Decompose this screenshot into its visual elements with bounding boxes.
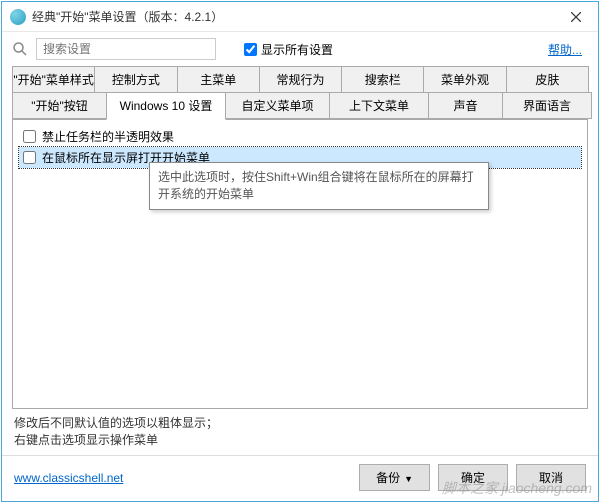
tab-win10-settings[interactable]: Windows 10 设置	[106, 92, 226, 120]
button-group: 备份 ▼ 确定 取消	[359, 464, 586, 491]
cancel-button[interactable]: 取消	[516, 464, 586, 491]
backup-label: 备份	[376, 471, 400, 485]
tab-custom-items[interactable]: 自定义菜单项	[225, 92, 330, 119]
tab-content: 禁止任务栏的半透明效果 在鼠标所在显示屏打开开始菜单 选中此选项时，按住Shif…	[12, 119, 588, 409]
close-button[interactable]	[553, 2, 598, 31]
option-label: 禁止任务栏的半透明效果	[42, 128, 174, 145]
chevron-down-icon: ▼	[404, 474, 413, 484]
tab-control[interactable]: 控制方式	[94, 66, 177, 92]
window-title: 经典"开始"菜单设置（版本：4.2.1）	[32, 8, 553, 25]
website-link[interactable]: www.classicshell.net	[14, 471, 123, 485]
checkbox-mouse-monitor[interactable]	[23, 151, 36, 164]
tab-main-menu[interactable]: 主菜单	[177, 66, 260, 92]
search-icon	[12, 41, 28, 57]
app-icon	[10, 9, 26, 25]
backup-button[interactable]: 备份 ▼	[359, 464, 430, 491]
option-row-taskbar-transparency[interactable]: 禁止任务栏的半透明效果	[19, 126, 581, 147]
tab-start-menu-style[interactable]: "开始"菜单样式	[12, 66, 95, 92]
bottom-bar: www.classicshell.net 备份 ▼ 确定 取消	[2, 455, 598, 501]
tab-appearance[interactable]: 菜单外观	[423, 66, 506, 92]
tabs-container: "开始"菜单样式 控制方式 主菜单 常规行为 搜索栏 菜单外观 皮肤 "开始"按…	[2, 66, 598, 119]
tab-search-bar[interactable]: 搜索栏	[341, 66, 424, 92]
tab-row-2: "开始"按钮 Windows 10 设置 自定义菜单项 上下文菜单 声音 界面语…	[12, 92, 588, 119]
search-input[interactable]	[36, 38, 216, 60]
tab-sound[interactable]: 声音	[428, 92, 503, 119]
footer-note: 修改后不同默认值的选项以粗体显示； 右键点击选项显示操作菜单	[2, 409, 598, 455]
tooltip: 选中此选项时，按住Shift+Win组合键将在鼠标所在的屏幕打开系统的开始菜单	[149, 162, 489, 210]
show-all-label: 显示所有设置	[261, 41, 333, 58]
checkbox-taskbar-transparency[interactable]	[23, 130, 36, 143]
tab-row-1: "开始"菜单样式 控制方式 主菜单 常规行为 搜索栏 菜单外观 皮肤	[12, 66, 588, 92]
show-all-checkbox-wrap[interactable]: 显示所有设置	[244, 41, 333, 58]
toolbar: 显示所有设置 帮助...	[2, 32, 598, 66]
titlebar: 经典"开始"菜单设置（版本：4.2.1）	[2, 2, 598, 32]
tab-language[interactable]: 界面语言	[502, 92, 592, 119]
footer-line-2: 右键点击选项显示操作菜单	[14, 432, 586, 449]
close-icon	[571, 12, 581, 22]
tab-general[interactable]: 常规行为	[259, 66, 342, 92]
settings-window: 经典"开始"菜单设置（版本：4.2.1） 显示所有设置 帮助... "开始"菜单…	[1, 1, 599, 502]
tab-skin[interactable]: 皮肤	[506, 66, 589, 92]
ok-button[interactable]: 确定	[438, 464, 508, 491]
footer-line-1: 修改后不同默认值的选项以粗体显示；	[14, 415, 586, 432]
help-link[interactable]: 帮助...	[548, 41, 582, 58]
tab-context-menu[interactable]: 上下文菜单	[329, 92, 429, 119]
tab-start-button[interactable]: "开始"按钮	[12, 92, 107, 119]
show-all-checkbox[interactable]	[244, 43, 257, 56]
